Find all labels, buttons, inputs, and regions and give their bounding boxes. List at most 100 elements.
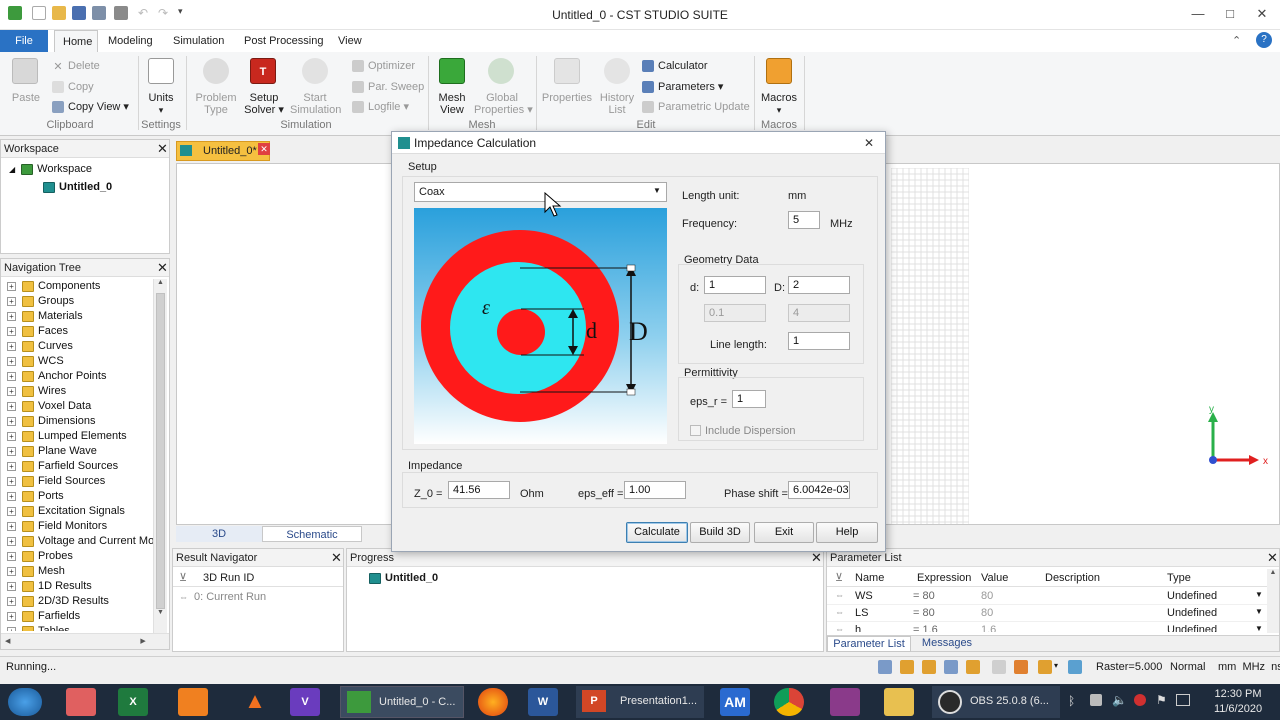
box-icon[interactable] [1038,660,1052,674]
units-button[interactable]: Units [140,92,182,104]
expand-icon[interactable]: + [7,281,16,291]
visual-studio-icon[interactable]: V [290,688,320,716]
view-icon[interactable] [966,660,980,674]
firefox-icon[interactable] [478,688,508,716]
delete-button[interactable]: ✕ Delete [52,59,99,73]
nav-tree-item[interactable]: + Faces [7,324,153,339]
optimizer-button[interactable]: Optimizer [352,59,415,73]
nav-tree-item[interactable]: +1D Results [7,579,153,594]
nav-tree-item[interactable]: + Dimensions [7,414,153,429]
expand-icon[interactable]: + [7,551,16,561]
tab-view[interactable]: View [330,30,370,52]
grid-icon[interactable] [992,660,1006,674]
workspace-item-untitled[interactable]: Untitled_0 [43,180,112,195]
include-dispersion-checkbox[interactable] [690,425,701,436]
help-button[interactable]: Help [816,522,878,543]
expand-icon[interactable]: + [7,311,16,321]
nav-tree-item[interactable]: + Field Sources [7,474,153,489]
nav-tree-item[interactable]: + Farfield Sources [7,459,153,474]
collapse-arrow-icon[interactable]: ◢ [9,165,15,174]
units-dropdown-icon[interactable]: ▾ [140,104,182,116]
nav-tree-item[interactable]: + Probes [7,549,153,564]
network-icon[interactable] [1176,694,1190,706]
tray-app-icon[interactable] [1090,694,1102,706]
macros-dropdown-icon[interactable]: ▾ [758,104,800,116]
line-type-select[interactable]: Coax ▼ [414,182,667,202]
filter-icon[interactable]: ⊻ [179,571,187,584]
nav-tree-item[interactable]: + Groups [7,294,153,309]
progress-item[interactable]: Untitled_0 [369,572,438,584]
exit-button[interactable]: Exit [754,522,814,543]
scroll-right-icon[interactable]: ▶ [140,638,145,645]
pan-icon[interactable] [900,660,914,674]
tab-post-processing[interactable]: Post Processing [236,30,331,52]
volume-icon[interactable]: 🔈 [1112,693,1127,707]
expand-icon[interactable]: + [7,326,16,336]
d-input[interactable]: 1 [704,276,766,294]
close-icon[interactable]: ✕ [1267,550,1278,566]
properties-button[interactable]: Properties [540,92,594,104]
close-icon[interactable]: ✕ [157,141,168,157]
D-input[interactable]: 2 [788,276,850,294]
workspace-root[interactable]: ◢ Workspace [9,162,92,177]
column-type[interactable]: Type [1167,572,1191,584]
tree-scrollbar[interactable]: ▲ ▼ [153,279,167,633]
tool-icon[interactable] [1014,660,1028,674]
tab-file[interactable]: File [0,30,48,52]
tab-home[interactable]: Home [54,30,98,52]
nav-tree-item[interactable]: + WCS [7,354,153,369]
paste-button[interactable]: Paste [6,92,46,104]
expand-icon[interactable]: + [7,296,16,306]
parameter-row[interactable]: ⇔ LS = 80 80 Undefined ▼ [827,605,1267,622]
nav-tree-item[interactable]: + Lumped Elements [7,429,153,444]
media-player-icon[interactable] [178,688,208,716]
nav-tree-item[interactable]: + Components [7,279,153,294]
parameter-row[interactable]: ⇔ h = 1.6 1.6 Undefined ▼ [827,622,1267,632]
global-properties-button[interactable]: Global Properties ▾ [474,92,533,116]
excel-icon[interactable]: X [118,688,148,716]
nav-tree-item[interactable]: + Mesh [7,564,153,579]
axis-icon[interactable] [1068,660,1082,674]
mesh-view-button[interactable]: Mesh View [432,92,472,116]
nav-tree-item[interactable]: + Wires [7,384,153,399]
clock-time[interactable]: 12:30 PM [1208,688,1268,700]
flag-icon[interactable]: ⚑ [1156,693,1167,707]
close-icon[interactable]: ✕ [157,260,168,276]
rotate-icon[interactable] [922,660,936,674]
nav-tree-item[interactable]: + Materials [7,309,153,324]
clock-date[interactable]: 11/6/2020 [1208,703,1268,715]
logfile-button[interactable]: Logfile ▾ [352,100,409,114]
tree-hscrollbar[interactable]: ◀ ▶ [1,633,169,649]
zoom-icon[interactable] [878,660,892,674]
nav-tree-item[interactable]: + Tables [7,624,153,631]
column-expression[interactable]: Expression [917,572,971,584]
expand-icon[interactable]: + [7,581,16,591]
expand-icon[interactable]: + [7,386,16,396]
close-icon[interactable]: ✕ [811,550,822,566]
bluetooth-icon[interactable]: ᛒ [1068,694,1075,708]
expand-icon[interactable]: + [7,491,16,501]
tab-parameter-list[interactable]: Parameter List [827,636,911,652]
nav-tree-item[interactable]: + Field Monitors [7,519,153,534]
nav-tree-item[interactable]: + Farfields [7,609,153,624]
taskbar-app-icon[interactable] [66,688,96,716]
expand-icon[interactable]: + [7,371,16,381]
expand-icon[interactable]: + [7,596,16,606]
problem-type-button[interactable]: Problem Type [192,92,240,116]
par-sweep-button[interactable]: Par. Sweep [352,80,424,94]
expand-icon[interactable]: + [7,566,16,576]
expand-icon[interactable]: + [7,521,16,531]
maximize-button[interactable]: □ [1220,4,1240,24]
tab-simulation[interactable]: Simulation [165,30,232,52]
calculator-button[interactable]: Calculator [642,59,708,73]
taskbar-obs-button[interactable]: OBS 25.0.8 (6... [932,686,1060,718]
word-icon[interactable]: W [528,688,558,716]
scroll-up-icon[interactable]: ▲ [1267,569,1279,576]
minimize-button[interactable]: — [1188,4,1208,24]
build-3d-button[interactable]: Build 3D [690,522,750,543]
chevron-down-icon[interactable]: ▼ [653,186,661,195]
expand-icon[interactable]: + [7,416,16,426]
close-icon[interactable]: ✕ [331,550,342,566]
file-explorer-icon[interactable] [884,688,914,716]
result-row[interactable]: ⇔ 0: Current Run [179,591,266,603]
